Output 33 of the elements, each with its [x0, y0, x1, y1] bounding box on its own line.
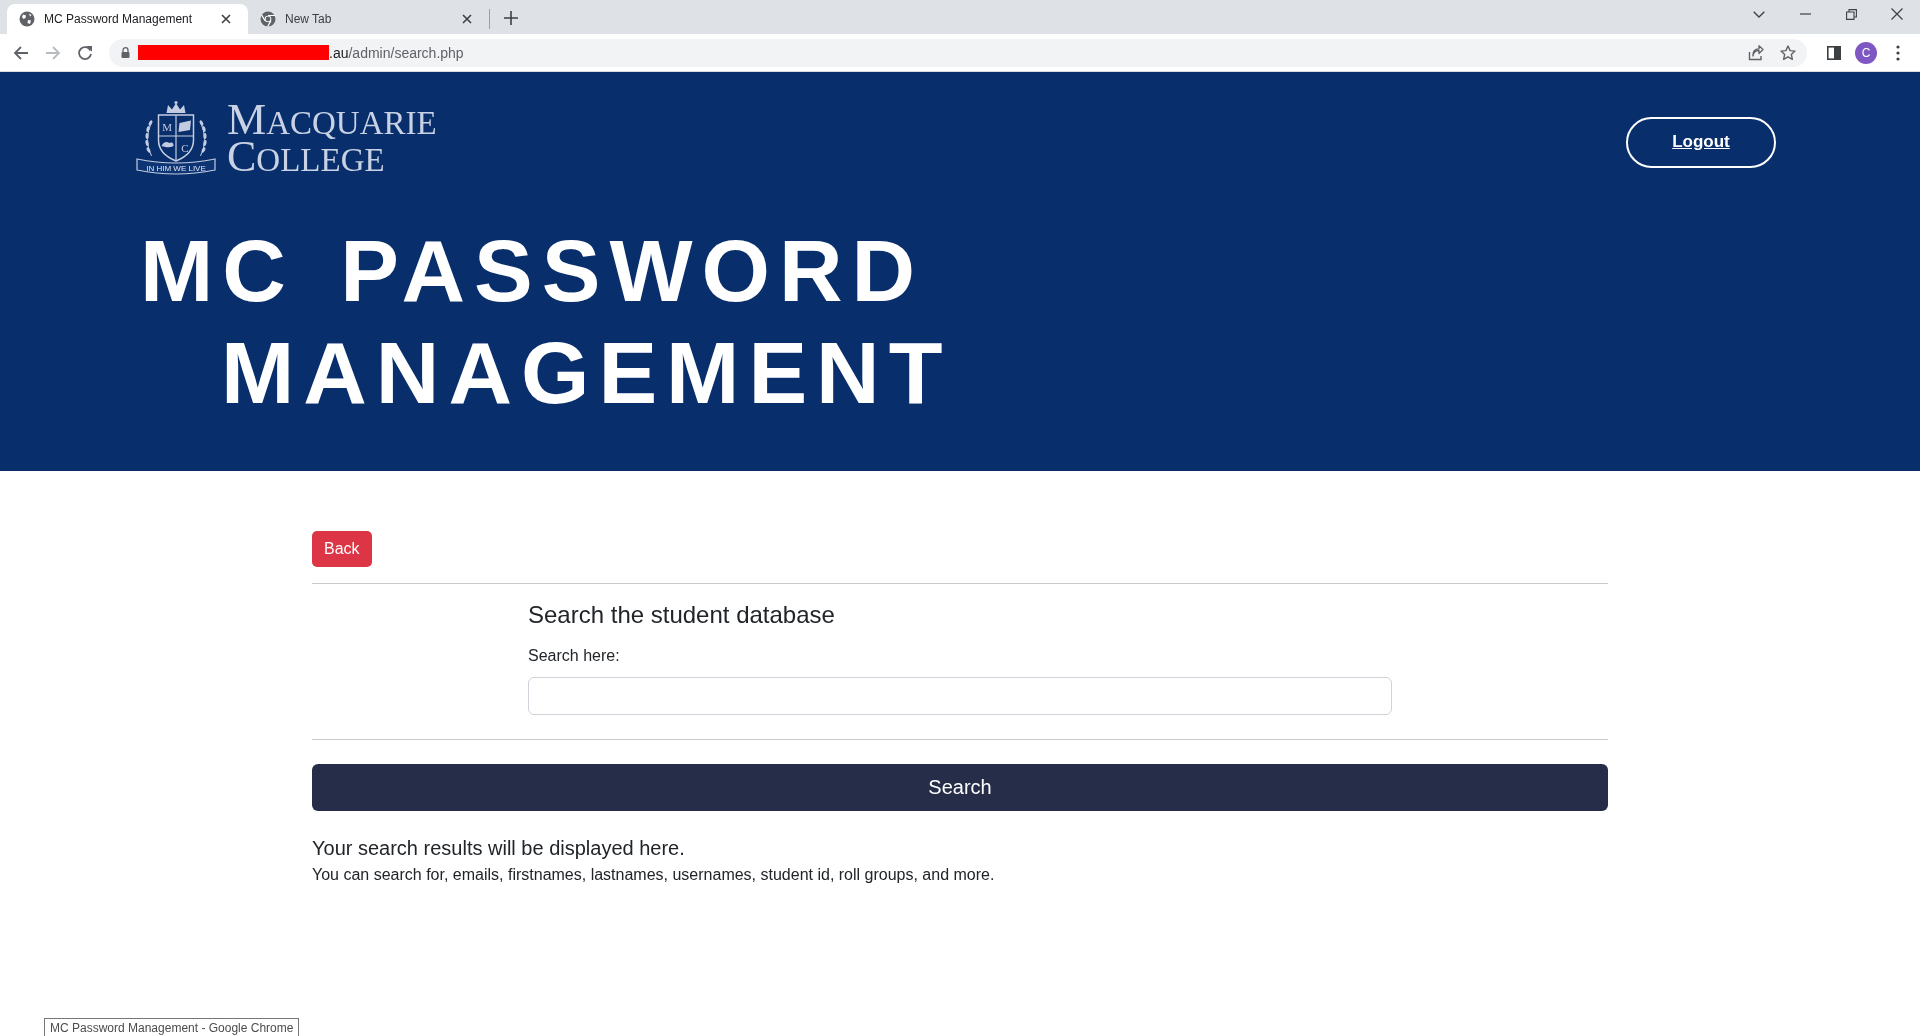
url-text: .au/admin/search.php [329, 44, 464, 61]
back-button[interactable]: Back [312, 531, 372, 567]
share-icon[interactable] [1748, 44, 1764, 61]
search-field[interactable] [528, 677, 1392, 715]
form-heading: Search the student database [528, 600, 836, 629]
college-wordmark: MACQUARIE COLLEGE [227, 103, 437, 177]
page-title: MC PASSWORD MANAGEMENT [140, 220, 953, 424]
chrome-logo-icon [260, 11, 276, 27]
search-button[interactable]: Search [312, 764, 1608, 811]
close-icon[interactable] [221, 14, 231, 24]
close-icon[interactable] [1891, 8, 1903, 20]
address-bar[interactable]: .au/admin/search.php [109, 38, 1807, 67]
reload-icon[interactable] [77, 44, 93, 61]
star-icon[interactable] [1780, 44, 1796, 61]
profile-avatar[interactable]: C [1855, 41, 1877, 64]
restore-icon[interactable] [1845, 8, 1857, 20]
browser-tab[interactable]: New Tab [248, 4, 489, 34]
field-label: Search here: [528, 646, 621, 666]
side-panel-icon[interactable] [1827, 45, 1841, 60]
results-message: Your search results will be displayed here. [312, 836, 686, 860]
results-hint: You can search for, emails, firstnames, lastnames, usernames, student id, roll groups, and more. [312, 865, 996, 884]
minimize-icon[interactable] [1799, 13, 1811, 15]
back-arrow-icon[interactable] [13, 44, 29, 61]
padlock-icon [121, 47, 130, 58]
crest-logo: M C IN HIM WE LIVE [136, 100, 216, 178]
chevron-down-icon[interactable] [1753, 10, 1765, 18]
plus-icon[interactable] [504, 11, 518, 25]
window-tooltip: MC Password Management - Google Chrome [44, 1018, 300, 1036]
close-icon[interactable] [462, 14, 472, 24]
menu-icon[interactable] [1896, 44, 1900, 61]
logout-button[interactable]: Logout [1626, 116, 1776, 168]
globe-icon [19, 11, 35, 27]
browser-tab[interactable]: MC Password Management [7, 4, 248, 34]
